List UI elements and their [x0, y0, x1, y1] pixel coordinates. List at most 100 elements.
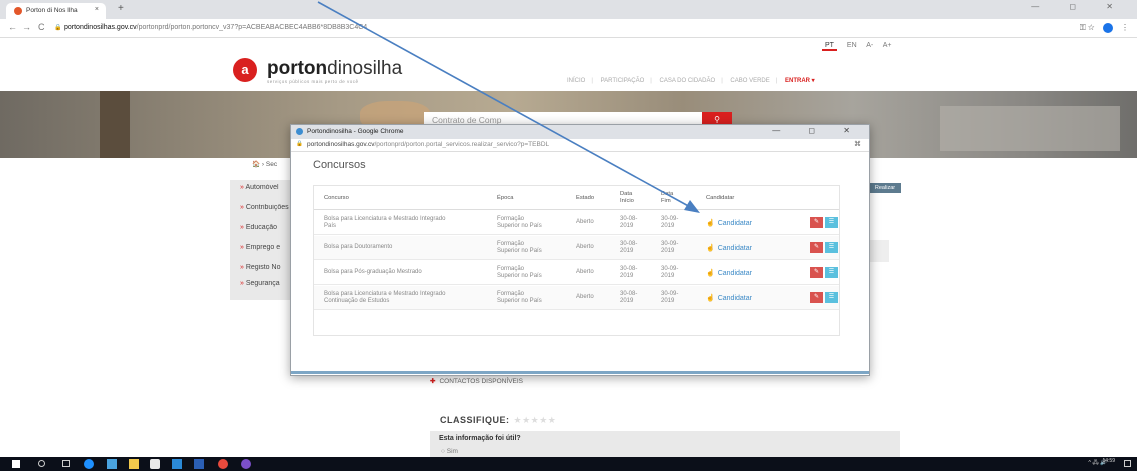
nav-inicio[interactable]: INÍCIO [567, 78, 585, 84]
list-button[interactable]: ☰ [825, 292, 838, 303]
list-button[interactable]: ☰ [825, 242, 838, 253]
candidatar-link[interactable]: ☝ Candidatar [706, 269, 752, 277]
cell-estado: Aberto [576, 294, 594, 300]
breadcrumb[interactable]: 🏠 › Sec [252, 160, 277, 168]
windows-start-icon[interactable] [12, 460, 20, 468]
rating-stars[interactable]: ★★★★★ [514, 415, 557, 425]
forward-arrow-icon[interactable]: → [22, 22, 31, 32]
tab-close-icon[interactable]: × [95, 6, 99, 13]
candidatar-link[interactable]: ☝ Candidatar [706, 219, 752, 227]
popup-window-controls[interactable]: — ◻ ✕ [772, 126, 863, 135]
translate-icon[interactable]: ⌘ [854, 140, 861, 148]
popup-url-host: portondinosilhas.gov.cv [307, 141, 375, 148]
notification-icon[interactable] [1124, 460, 1131, 467]
col-candidatar: Candidatar [706, 195, 735, 201]
cell-epoca: Formação Superior no País [497, 241, 542, 254]
list-icon: ☰ [828, 294, 835, 300]
concursos-table: Concurso Época Estado Data Início Data F… [313, 185, 840, 336]
list-icon: ☰ [828, 244, 835, 250]
edit-icon: ✎ [813, 269, 820, 275]
contactos-link[interactable]: ✚ CONTACTOS DISPONÍVEIS [430, 377, 523, 385]
popup-url-bar[interactable]: 🔒 portondinosilhas.gov.cv/portonprd/port… [291, 139, 869, 152]
cell-estado: Aberto [576, 219, 594, 225]
candidatar-link[interactable]: ☝ Candidatar [706, 294, 752, 302]
table-row: Bolsa para Doutoramento Formação Superio… [314, 236, 839, 260]
key-star-icons[interactable]: ⚿ ☆ [1080, 23, 1095, 32]
list-button[interactable]: ☰ [825, 217, 838, 228]
url-path: /portonprd/porton.portoncv_v37?p=ACBEABA… [136, 24, 368, 31]
language-bar: PT EN A- A+ [822, 42, 900, 51]
search-icon[interactable] [38, 460, 45, 467]
reload-icon[interactable]: C [38, 22, 45, 32]
lang-pt-link[interactable]: PT [822, 42, 837, 51]
hand-pointer-icon: ☝ [706, 245, 715, 252]
table-row: Bolsa para Pós-graduação Mestrado Formaç… [314, 261, 839, 285]
feedback-question: Esta informação foi útil? [439, 435, 521, 442]
search-icon: ⚲ [714, 115, 720, 124]
browser-toolbar-icons: ⚿ ☆ ⋮ [1080, 23, 1129, 33]
cell-estado: Aberto [576, 269, 594, 275]
store-icon[interactable] [150, 459, 160, 469]
popup-titlebar: Portondinosilha - Google Chrome — ◻ ✕ [291, 125, 869, 139]
feedback-yes-radio[interactable]: ○ Sim [441, 448, 458, 455]
cell-epoca: Formação Superior no País [497, 291, 542, 304]
site-logo[interactable]: a portondinosilha serviços públicos mais… [233, 58, 413, 88]
table-row: Bolsa para Licenciatura e Mestrado Integ… [314, 211, 839, 235]
cell-epoca: Formação Superior no País [497, 216, 542, 229]
popup-title: Portondinosilha - Google Chrome [307, 128, 404, 135]
new-tab-button[interactable]: + [118, 3, 124, 14]
edit-button[interactable]: ✎ [810, 217, 823, 228]
top-navigation: INÍCIO | PARTICIPAÇÃO | CASA DO CIDADÃO | C… [567, 78, 815, 84]
clock[interactable]: 14:59 [1102, 458, 1115, 464]
url-host: portondinosilhas.gov.cv [64, 24, 137, 31]
nav-entrar[interactable]: ENTRAR ▾ [785, 78, 815, 84]
cell-data-inicio: 30-08- 2019 [620, 241, 638, 254]
chrome-icon[interactable] [218, 459, 228, 469]
tab-title: Porton di Nos Ilha [26, 7, 78, 14]
profile-avatar-icon[interactable] [1102, 23, 1113, 33]
font-increase-link[interactable]: A+ [883, 42, 892, 49]
plus-icon: ✚ [430, 378, 436, 385]
cell-estado: Aberto [576, 244, 594, 250]
font-decrease-link[interactable]: A- [866, 42, 873, 49]
popup-url-path: /portonprd/porton.portal_servicos.realiz… [374, 141, 550, 148]
hand-pointer-icon: ☝ [706, 295, 715, 302]
edit-button[interactable]: ✎ [810, 292, 823, 303]
cell-concurso: Bolsa para Licenciatura e Mestrado Integ… [324, 216, 446, 229]
popup-bottom-bar [291, 371, 869, 374]
cell-data-inicio: 30-08- 2019 [620, 266, 638, 279]
candidatar-link[interactable]: ☝ Candidatar [706, 244, 752, 252]
task-view-icon[interactable] [62, 460, 70, 467]
realizar-button[interactable]: Realizar [869, 183, 901, 193]
viber-icon[interactable] [241, 459, 251, 469]
col-data-inicio: Data Início [620, 191, 634, 204]
cell-data-fim: 30-09- 2019 [661, 241, 679, 254]
edit-button[interactable]: ✎ [810, 242, 823, 253]
nav-casa-do-cidadao[interactable]: CASA DO CIDADÃO [660, 78, 716, 84]
edit-button[interactable]: ✎ [810, 267, 823, 278]
chrome-icon [296, 128, 303, 135]
menu-icon[interactable]: ⋮ [1121, 23, 1129, 32]
word-icon[interactable] [194, 459, 204, 469]
col-data-fim: Data Fim [661, 191, 674, 204]
cell-concurso: Bolsa para Pós-graduação Mestrado [324, 269, 422, 275]
nav-participacao[interactable]: PARTICIPAÇÃO [601, 78, 645, 84]
browser-tab[interactable]: Porton di Nos Ilha × [6, 3, 106, 19]
app-icon[interactable] [172, 459, 182, 469]
edge-icon[interactable] [84, 459, 94, 469]
file-explorer-icon[interactable] [129, 459, 139, 469]
windows-taskbar: ^ 🖧 🔊 14:59 [0, 457, 1137, 471]
url-field[interactable]: 🔒 portondinosilhas.gov.cv/portonprd/port… [54, 22, 1054, 35]
window-controls[interactable]: — ◻ ✕ [1031, 2, 1127, 11]
cell-data-inicio: 30-08- 2019 [620, 216, 638, 229]
side-panel-fragment [869, 240, 889, 262]
list-button[interactable]: ☰ [825, 267, 838, 278]
nav-cabo-verde[interactable]: CABO VERDE [730, 78, 769, 84]
cell-data-fim: 30-09- 2019 [661, 291, 679, 304]
app-icon[interactable] [107, 459, 117, 469]
back-arrow-icon[interactable]: ← [8, 22, 17, 32]
lang-en-link[interactable]: EN [847, 42, 857, 49]
cell-data-fim: 30-09- 2019 [661, 216, 679, 229]
list-icon: ☰ [828, 269, 835, 275]
table-header: Concurso Época Estado Data Início Data F… [314, 186, 839, 210]
